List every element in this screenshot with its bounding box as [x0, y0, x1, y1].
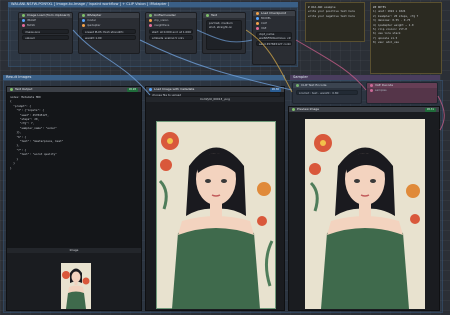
top-group-title-text: WAI-ANI-NSFW-PONYXL [ Image-to-Image / I…	[11, 2, 170, 6]
note-right[interactable]: ## NOTES 1) unet: 1024 x 1024 2) ksample…	[370, 2, 442, 74]
sampler-group-title-text: Sampler	[293, 75, 308, 79]
status-dot-icon	[22, 14, 25, 17]
thumb-caption: Image	[7, 248, 141, 253]
status-dot-icon	[10, 88, 13, 91]
image-field[interactable]: image.png	[22, 29, 69, 34]
status-dot-icon	[256, 12, 259, 15]
panel-header[interactable]: Preview Image #131	[289, 107, 439, 112]
preview-image[interactable]	[305, 119, 425, 309]
status-dot-icon	[149, 88, 152, 91]
socket-icon	[149, 24, 152, 27]
node-row: ipadapter	[79, 23, 139, 28]
node-row: MASK	[19, 23, 72, 28]
embeds-field[interactable]: embeds_scaling V only	[149, 35, 193, 40]
bottom-group-title-text: Result Images	[6, 75, 32, 79]
socket-icon	[22, 24, 25, 27]
socket-icon	[256, 22, 259, 25]
main-image[interactable]	[156, 121, 276, 309]
panel-badge: #130	[269, 87, 281, 92]
node-title: Text	[211, 13, 218, 17]
panel-title: Text Output	[15, 87, 33, 91]
weight-field[interactable]: weight 1.00	[82, 35, 136, 40]
node-header[interactable]: Text	[203, 13, 245, 18]
panel-title: Preview Image	[297, 107, 320, 111]
text-node[interactable]: Text portrait, medium shot, straight-on	[202, 12, 246, 54]
unified-loader-node[interactable]: Unified Loader clip_vision insightface s…	[145, 12, 197, 54]
prompt-text-field[interactable]: portrait, medium shot, straight-on	[206, 20, 242, 50]
socket-icon	[149, 19, 152, 22]
ipadapter-node[interactable]: IPAdapter model ipadapter preset PLUS (h…	[78, 12, 140, 54]
preset-field[interactable]: preset PLUS (high strength)	[82, 29, 136, 34]
node-row: insightface	[146, 23, 196, 28]
upload-button[interactable]: upload	[22, 35, 69, 40]
node-row: VAE	[253, 26, 295, 31]
start-end-field[interactable]: start_at 0.000 end_at 1.000	[149, 29, 193, 34]
socket-icon	[256, 27, 259, 30]
status-dot-icon	[82, 14, 85, 17]
thumbnail-image[interactable]	[61, 263, 91, 309]
note-left[interactable]: # WAI-ANI example write your positive te…	[305, 2, 365, 42]
preview-image-panel[interactable]: Preview Image #131	[288, 106, 440, 311]
metadata-code[interactable]: nodes: Metadata MOD { "prompt": { "3": {…	[7, 92, 141, 248]
text-output-panel[interactable]: Text Output #128 nodes: Metadata MOD { "…	[6, 86, 142, 311]
panel-badge: #128	[126, 87, 138, 92]
socket-icon	[256, 17, 259, 20]
status-dot-icon	[292, 108, 295, 111]
socket-icon	[82, 19, 85, 22]
image-load-node[interactable]: Image Load (from clipboard) IMAGE MASK i…	[18, 12, 73, 54]
load-image-panel[interactable]: Load Image with metadata #130 choose fil…	[145, 86, 285, 311]
image-filename: ComfyUI_00013_.png	[146, 97, 284, 102]
socket-icon	[22, 19, 25, 22]
portrait-art	[156, 121, 276, 309]
seed-field[interactable]: seed 457845127 control_after_generate ra…	[256, 41, 292, 46]
thumbnail-art	[61, 263, 91, 309]
ckpt-field[interactable]: ckpt_name waiNSFWIllustrious_v100.safete…	[256, 32, 292, 40]
panel-badge: #131	[424, 107, 436, 112]
status-dot-icon	[149, 14, 152, 17]
status-dot-icon	[206, 14, 209, 17]
preview-art	[305, 119, 425, 309]
socket-icon	[82, 24, 85, 27]
load-checkpoint-node[interactable]: Load Checkpoint MODEL CLIP VAE ckpt_name…	[252, 10, 296, 65]
